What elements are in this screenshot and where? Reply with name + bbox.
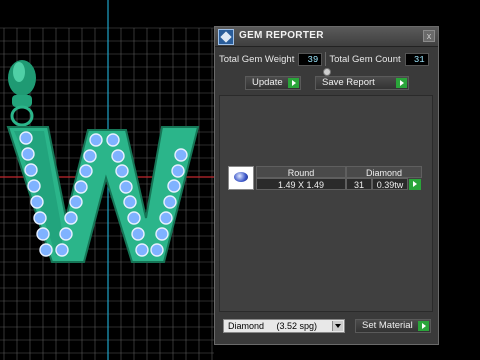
play-arrow-icon: [396, 78, 407, 88]
chevron-down-icon[interactable]: [332, 321, 343, 331]
play-arrow-icon: [418, 321, 429, 331]
gem-row[interactable]: Round Diamond 1.49 X 1.49 31 0.39tw: [228, 166, 424, 192]
gem-stone: [21, 147, 35, 161]
gem-stone: [27, 179, 41, 193]
letter-w-pendant: [6, 126, 200, 263]
gem-stone: [19, 131, 33, 145]
close-button[interactable]: x: [423, 30, 435, 42]
total-weight-label: Total Gem Weight: [219, 53, 295, 65]
gem-stone: [39, 243, 53, 257]
save-report-label: Save Report: [322, 77, 375, 88]
gem-stone: [24, 163, 38, 177]
gem-stone: [106, 133, 120, 147]
gem-stone: [163, 195, 177, 209]
material-bar: Diamond (3.52 spg) Set Material: [223, 319, 431, 335]
gem-stone: [167, 179, 181, 193]
gem-stone: [131, 227, 145, 241]
set-material-label: Set Material: [362, 320, 413, 331]
gem-material-header: Diamond: [346, 166, 422, 178]
gem-stone: [119, 180, 133, 194]
play-arrow-icon: [288, 78, 299, 88]
gem-stone: [155, 227, 169, 241]
gem-list[interactable]: Round Diamond 1.49 X 1.49 31 0.39tw: [219, 95, 433, 312]
total-count-label: Total Gem Count: [329, 53, 401, 65]
update-button[interactable]: Update: [245, 76, 301, 90]
gem-size-cell: 1.49 X 1.49: [256, 178, 346, 190]
gem-stone: [171, 164, 185, 178]
totals-row: Total Gem Weight 39 Total Gem Count 31: [219, 51, 435, 67]
gem-stone: [115, 164, 129, 178]
panel-title: GEM REPORTER: [239, 30, 324, 41]
gem-stone: [135, 243, 149, 257]
set-material-button[interactable]: Set Material: [355, 319, 431, 333]
gem-weight-cell: 0.39tw: [372, 178, 408, 190]
gem-stone: [150, 243, 164, 257]
gem-reporter-icon: [218, 29, 234, 45]
gem-stone: [69, 195, 83, 209]
gem-stone: [174, 148, 188, 162]
gem-shape-header: Round: [256, 166, 346, 178]
gem-stone: [159, 211, 173, 225]
gem-stone: [64, 211, 78, 225]
collapse-toggle[interactable]: [323, 68, 331, 76]
gem-stone: [55, 243, 69, 257]
gem-stone: [111, 149, 125, 163]
save-report-button[interactable]: Save Report: [315, 76, 409, 90]
gem-stone: [59, 227, 73, 241]
material-dropdown[interactable]: Diamond (3.52 spg): [223, 319, 345, 333]
gem-stone: [36, 227, 50, 241]
total-count-field: 31: [404, 52, 429, 66]
panel-titlebar[interactable]: GEM REPORTER x: [215, 27, 438, 47]
gem-stone: [83, 149, 97, 163]
gem-stone: [123, 195, 137, 209]
gem-stone: [89, 133, 103, 147]
material-dropdown-value: Diamond (3.52 spg): [228, 321, 318, 331]
gem-stone: [79, 164, 93, 178]
total-weight-field: 39: [298, 52, 323, 66]
update-button-label: Update: [252, 77, 283, 88]
gem-reporter-panel: GEM REPORTER x Total Gem Weight 39 Total…: [214, 26, 439, 345]
select-gems-button[interactable]: [409, 179, 421, 190]
gem-stone: [33, 211, 47, 225]
gem-thumbnail-icon: [228, 166, 254, 190]
gem-stone: [30, 195, 44, 209]
pendant-bail: [8, 60, 36, 127]
divider: [325, 52, 327, 66]
gem-stone: [74, 180, 88, 194]
gem-count-cell: 31: [346, 178, 372, 190]
gem-stone: [127, 211, 141, 225]
